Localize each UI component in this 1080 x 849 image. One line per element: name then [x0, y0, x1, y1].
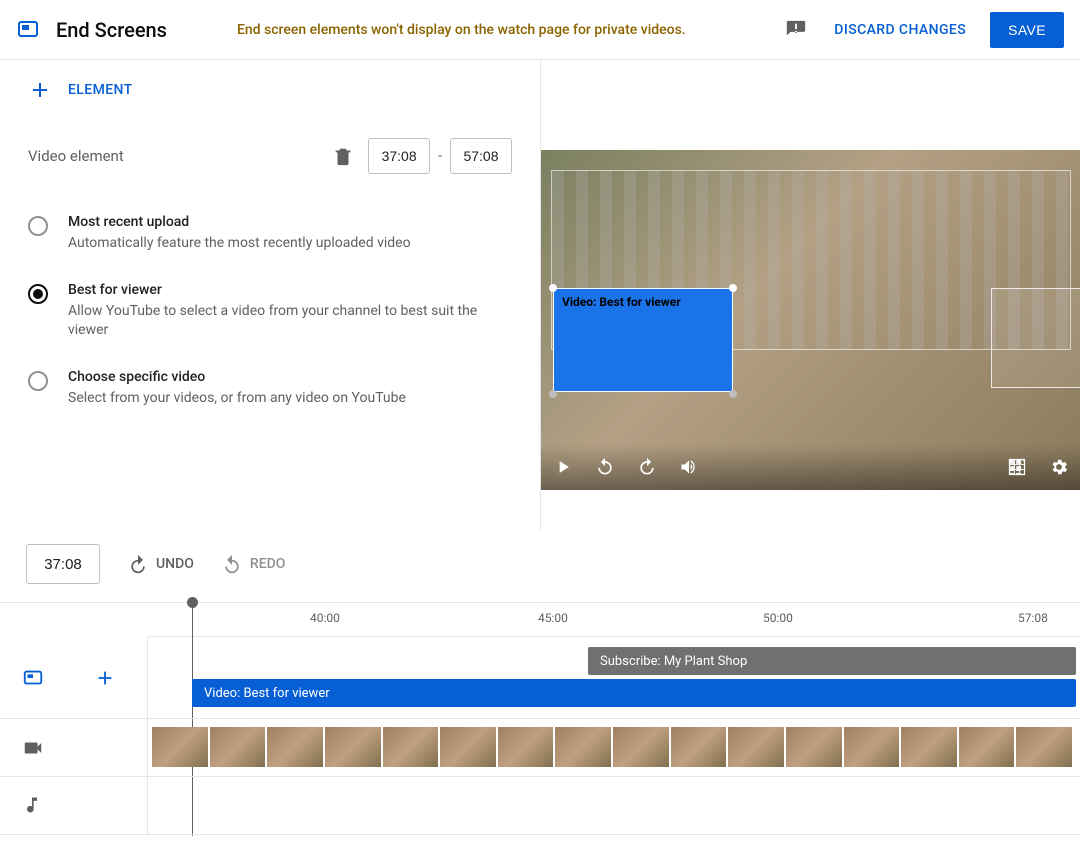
redo-icon: [222, 554, 242, 574]
ruler-tick: 57:08: [1018, 611, 1048, 625]
play-icon[interactable]: [553, 457, 573, 477]
ruler-tick: 50:00: [763, 611, 793, 625]
left-panel: ELEMENT Video element - Most recent uplo…: [0, 60, 540, 530]
resize-handle-tl[interactable]: [549, 284, 557, 292]
settings-icon[interactable]: [1049, 457, 1069, 477]
video-overlay-element[interactable]: Video: Best for viewer: [553, 288, 733, 392]
plus-icon: [28, 78, 52, 102]
resize-handle-bl[interactable]: [549, 390, 557, 398]
redo-button[interactable]: REDO: [222, 554, 286, 574]
ruler-tick: 45:00: [538, 611, 568, 625]
radio-icon: [28, 284, 48, 304]
timeline-ruler[interactable]: 40:00 45:00 50:00 57:08: [148, 603, 1080, 637]
subscribe-clip[interactable]: Subscribe: My Plant Shop: [588, 647, 1076, 675]
video-track-icon[interactable]: [22, 737, 44, 759]
header: End Screens End screen elements won't di…: [0, 0, 1080, 60]
video-element-row: Video element -: [28, 138, 512, 174]
delete-icon[interactable]: [332, 145, 354, 167]
rewind-10-icon[interactable]: [595, 457, 615, 477]
time-separator: -: [438, 148, 442, 164]
add-element-button[interactable]: ELEMENT: [28, 78, 512, 102]
preview-panel: Video: Best for viewer: [540, 60, 1080, 530]
add-track-icon[interactable]: [94, 667, 116, 689]
feedback-icon[interactable]: [784, 18, 808, 42]
radio-label: Best for viewer: [68, 282, 512, 298]
resize-handle-tr[interactable]: [729, 284, 737, 292]
private-video-warning: End screen elements won't display on the…: [237, 22, 686, 38]
page-title: End Screens: [56, 18, 167, 42]
audio-track-icon[interactable]: [22, 795, 44, 817]
main-split: ELEMENT Video element - Most recent uplo…: [0, 60, 1080, 530]
radio-icon: [28, 216, 48, 236]
endscreen-track: Subscribe: My Plant Shop Video: Best for…: [0, 637, 1080, 719]
save-button[interactable]: SAVE: [990, 12, 1064, 48]
timeline: 40:00 45:00 50:00 57:08 Subscribe: My Pl…: [0, 602, 1080, 835]
redo-label: REDO: [250, 556, 286, 572]
subscribe-overlay-outline[interactable]: [991, 288, 1080, 388]
video-track: [0, 719, 1080, 777]
video-clip[interactable]: Video: Best for viewer: [192, 679, 1076, 707]
end-time-input[interactable]: [450, 138, 512, 174]
endscreen-track-icon[interactable]: [22, 667, 44, 689]
volume-icon[interactable]: [679, 457, 699, 477]
undo-label: UNDO: [156, 556, 194, 572]
grid-icon[interactable]: [1007, 457, 1027, 477]
resize-handle-br[interactable]: [729, 390, 737, 398]
radio-sublabel: Automatically feature the most recently …: [68, 234, 411, 254]
current-time-input[interactable]: [26, 544, 100, 584]
discard-button[interactable]: DISCARD CHANGES: [834, 22, 966, 38]
player-controls: [541, 444, 1080, 490]
timeline-toolbar: UNDO REDO: [0, 530, 1080, 602]
radio-label: Choose specific video: [68, 369, 406, 385]
forward-10-icon[interactable]: [637, 457, 657, 477]
radio-choose-specific[interactable]: Choose specific video Select from your v…: [28, 369, 512, 409]
radio-icon: [28, 371, 48, 391]
timeline-tracks: Subscribe: My Plant Shop Video: Best for…: [0, 637, 1080, 835]
radio-label: Most recent upload: [68, 214, 411, 230]
radio-sublabel: Allow YouTube to select a video from you…: [68, 302, 512, 341]
video-element-label: Video element: [28, 147, 124, 165]
video-thumbnails[interactable]: [152, 727, 1072, 767]
radio-best-for-viewer[interactable]: Best for viewer Allow YouTube to select …: [28, 282, 512, 341]
endscreen-icon: [16, 18, 40, 42]
ruler-tick: 40:00: [310, 611, 340, 625]
audio-track: [0, 777, 1080, 835]
add-element-label: ELEMENT: [68, 82, 133, 98]
start-time-input[interactable]: [368, 138, 430, 174]
video-preview[interactable]: Video: Best for viewer: [541, 150, 1080, 490]
undo-icon: [128, 554, 148, 574]
radio-most-recent[interactable]: Most recent upload Automatically feature…: [28, 214, 512, 254]
undo-button[interactable]: UNDO: [128, 554, 194, 574]
radio-sublabel: Select from your videos, or from any vid…: [68, 389, 406, 409]
